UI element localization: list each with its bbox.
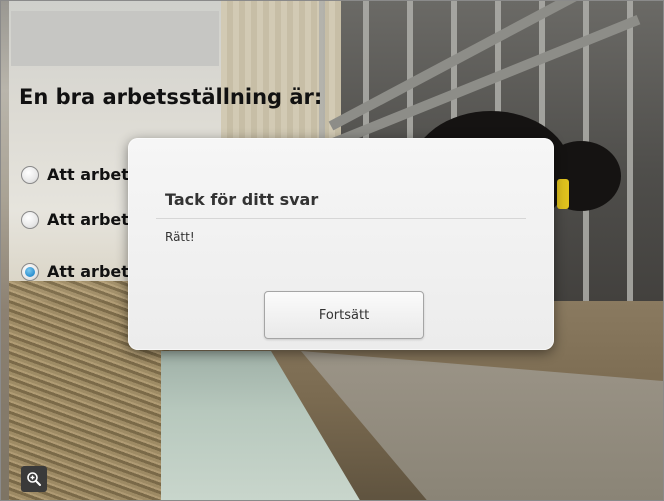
zoom-in-icon (27, 472, 41, 486)
answer-option-1[interactable]: Att arbet (21, 165, 129, 184)
dialog-divider (156, 218, 526, 219)
feedback-dialog: Tack för ditt svar Rätt! Fortsätt (128, 138, 554, 350)
continue-button[interactable]: Fortsätt (264, 291, 424, 339)
answer-option-label: Att arbet (47, 210, 129, 229)
radio-button[interactable] (21, 165, 39, 184)
radio-button-selected[interactable] (21, 262, 39, 281)
course-slide: En bra arbetsställning är: Att arbet Att… (0, 0, 664, 501)
answer-option-3[interactable]: Att arbet (21, 262, 129, 281)
question-title: En bra arbetsställning är: (19, 85, 323, 109)
zoom-button[interactable] (21, 466, 47, 492)
dialog-message: Rätt! (165, 230, 195, 244)
radio-button[interactable] (21, 210, 39, 229)
answer-option-label: Att arbet (47, 262, 129, 281)
answer-option-2[interactable]: Att arbet (21, 210, 129, 229)
answer-option-label: Att arbet (47, 165, 129, 184)
dialog-title: Tack för ditt svar (165, 190, 319, 209)
